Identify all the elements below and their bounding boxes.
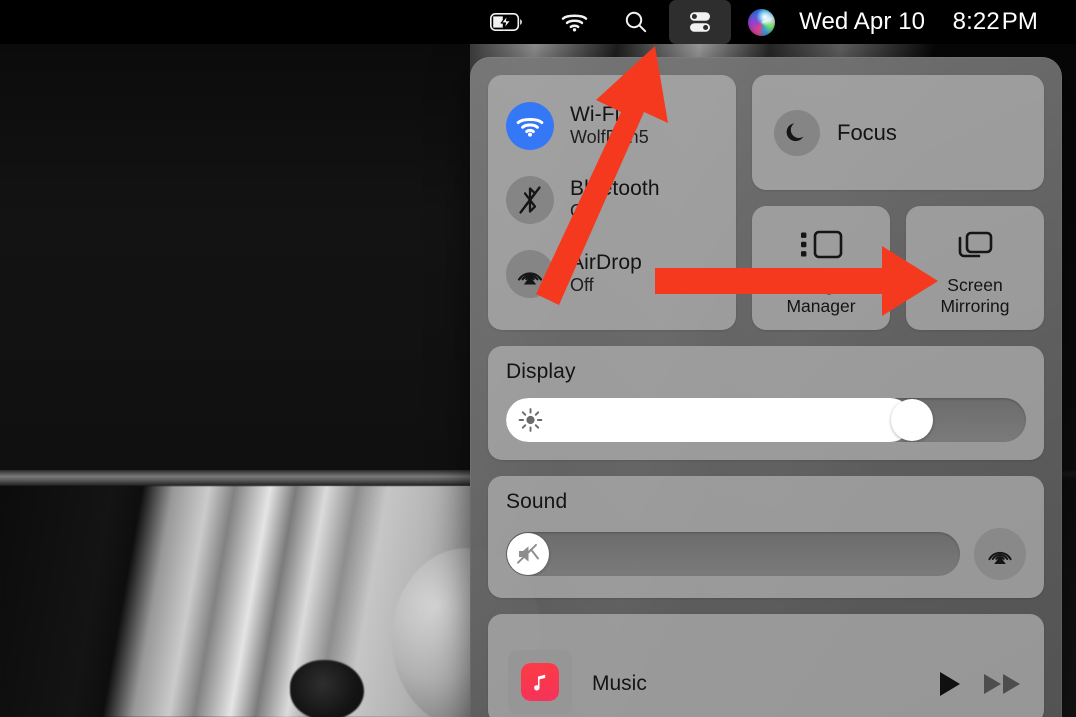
spotlight-search-icon[interactable] [605,0,667,44]
sound-title: Sound [506,490,568,513]
control-center-top-row: Wi-Fi WolfDen5 Bluetooth Off AirDrop Off… [488,75,1044,330]
screen-mirroring-icon [955,223,995,267]
airdrop-icon[interactable] [506,250,554,298]
fast-forward-button[interactable] [982,669,1024,704]
wifi-status: WolfDen5 [570,127,649,148]
wifi-title: Wi-Fi [570,102,620,126]
siri-orb [747,8,775,36]
airplay-audio-icon [988,551,1012,564]
play-icon [940,671,960,696]
airdrop-title: AirDrop [570,250,642,274]
control-center-panel: Wi-Fi WolfDen5 Bluetooth Off AirDrop Off… [470,57,1062,717]
wallpaper-curtain-rod [0,470,470,486]
wifi-row[interactable]: Wi-Fi WolfDen5 [488,89,736,163]
display-title: Display [506,360,576,383]
display-card: Display [488,346,1044,460]
bluetooth-status: Off [570,201,594,222]
brightness-slider-fill [506,398,912,442]
stage-manager-line2: Manager [786,296,856,316]
screen: Wed Apr 10 8:22PM Wi-Fi WolfDen5 Bluetoo… [0,0,1076,717]
control-center-icon[interactable] [669,0,732,44]
focus-tile[interactable]: Focus [752,75,1044,190]
airdrop-text: AirDrop Off [570,251,642,297]
music-app-icon [521,663,559,701]
wallpaper-valance [0,44,470,474]
screen-mirroring-line2: Mirroring [940,296,1010,316]
clock-date: Wed Apr 10 [799,8,926,35]
clock-time: 8:22 [952,8,1000,35]
airplay-audio-button[interactable] [974,528,1026,580]
music-controls [934,669,1024,704]
connectivity-card: Wi-Fi WolfDen5 Bluetooth Off AirDrop Off [488,75,736,330]
stage-manager-line1: Stage [798,274,844,295]
brightness-icon [518,408,543,433]
menu-bar-clock[interactable]: Wed Apr 10 8:22PM [789,8,1038,36]
tile-row: Stage Manager Screen Mirroring [752,206,1044,330]
stage-manager-label: Stage Manager [786,275,855,318]
stage-manager-tile[interactable]: Stage Manager [752,206,890,330]
wifi-icon[interactable] [543,0,605,44]
music-widget[interactable]: Music [488,614,1044,717]
wifi-text: Wi-Fi WolfDen5 [570,103,649,149]
music-title: Music [592,672,647,695]
focus-label: Focus [837,119,897,145]
siri-icon[interactable] [733,0,789,44]
volume-slider[interactable] [506,532,960,576]
play-button[interactable] [934,669,964,704]
screen-mirroring-tile[interactable]: Screen Mirroring [906,206,1044,330]
bluetooth-row[interactable]: Bluetooth Off [488,163,736,237]
music-album-art [508,650,572,714]
stage-manager-icon [798,223,844,267]
bluetooth-title: Bluetooth [570,176,660,200]
moon-icon [774,109,820,156]
clock-ampm: PM [1001,8,1038,35]
airdrop-status: Off [570,275,594,296]
battery-charging-icon[interactable] [471,0,543,44]
bluetooth-icon[interactable] [506,176,554,224]
wifi-icon[interactable] [506,102,554,150]
wallpaper-rose [290,660,364,717]
sound-card: Sound [488,476,1044,598]
brightness-slider-knob[interactable] [890,399,933,441]
control-center-right-column: Focus Stage Manager Screen Mirroring [752,75,1044,330]
speaker-mute-icon [507,533,549,575]
bluetooth-text: Bluetooth Off [570,177,660,223]
brightness-slider[interactable] [506,398,1026,442]
screen-mirroring-label: Screen Mirroring [940,275,1009,318]
screen-mirroring-line1: Screen [947,274,1003,295]
sound-slider-row [506,528,1026,580]
airdrop-row[interactable]: AirDrop Off [488,237,736,311]
display-slider-row [506,398,1026,442]
fast-forward-icon [984,673,1020,694]
menu-bar: Wed Apr 10 8:22PM [0,0,1076,44]
